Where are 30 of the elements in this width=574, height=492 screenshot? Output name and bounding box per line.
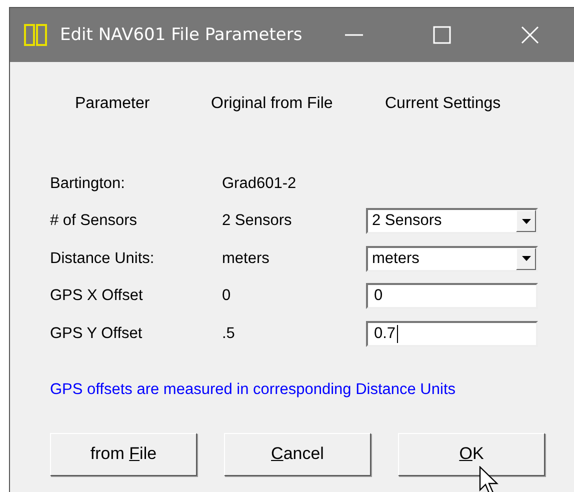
parameter-label: GPS Y Offset [50, 324, 144, 343]
app-icon [24, 24, 48, 46]
dialog-button[interactable]: Cancel [224, 432, 371, 476]
dropdown-button[interactable] [516, 210, 536, 232]
parameter-label: Distance Units: [50, 250, 156, 268]
close-icon[interactable] [520, 25, 540, 45]
caret-icon [522, 256, 530, 262]
original-value: meters [222, 250, 270, 268]
caret-icon [522, 218, 530, 224]
column-header: Original from File [211, 95, 334, 114]
original-value: 2 Sensors [222, 212, 293, 230]
info-note: GPS offsets are measured in corresponding Distance Units [50, 380, 456, 398]
input-field[interactable]: 0.7 [366, 320, 538, 347]
original-value: Grad601-2 [222, 174, 298, 193]
dropdown[interactable]: meters [366, 246, 538, 272]
parameter-label: Bartington: [50, 174, 126, 193]
original-value: .5 [222, 324, 236, 343]
column-header: Current Settings [385, 95, 501, 114]
dropdown-button[interactable] [516, 248, 536, 270]
mouse-pointer-icon [479, 466, 499, 492]
window-title: Edit NAV601 File Parameters [60, 25, 302, 45]
column-header: Parameter [75, 95, 151, 114]
dialog-button[interactable]: OK [398, 432, 545, 476]
dropdown[interactable]: 2 Sensors [366, 208, 538, 234]
maximize-icon[interactable] [432, 25, 452, 45]
input-field[interactable]: 0 [366, 283, 538, 310]
original-value: 0 [222, 287, 232, 306]
parameter-label: # of Sensors [50, 212, 138, 230]
dialog-button[interactable]: from File [50, 432, 197, 476]
parameter-label: GPS X Offset [50, 287, 144, 306]
